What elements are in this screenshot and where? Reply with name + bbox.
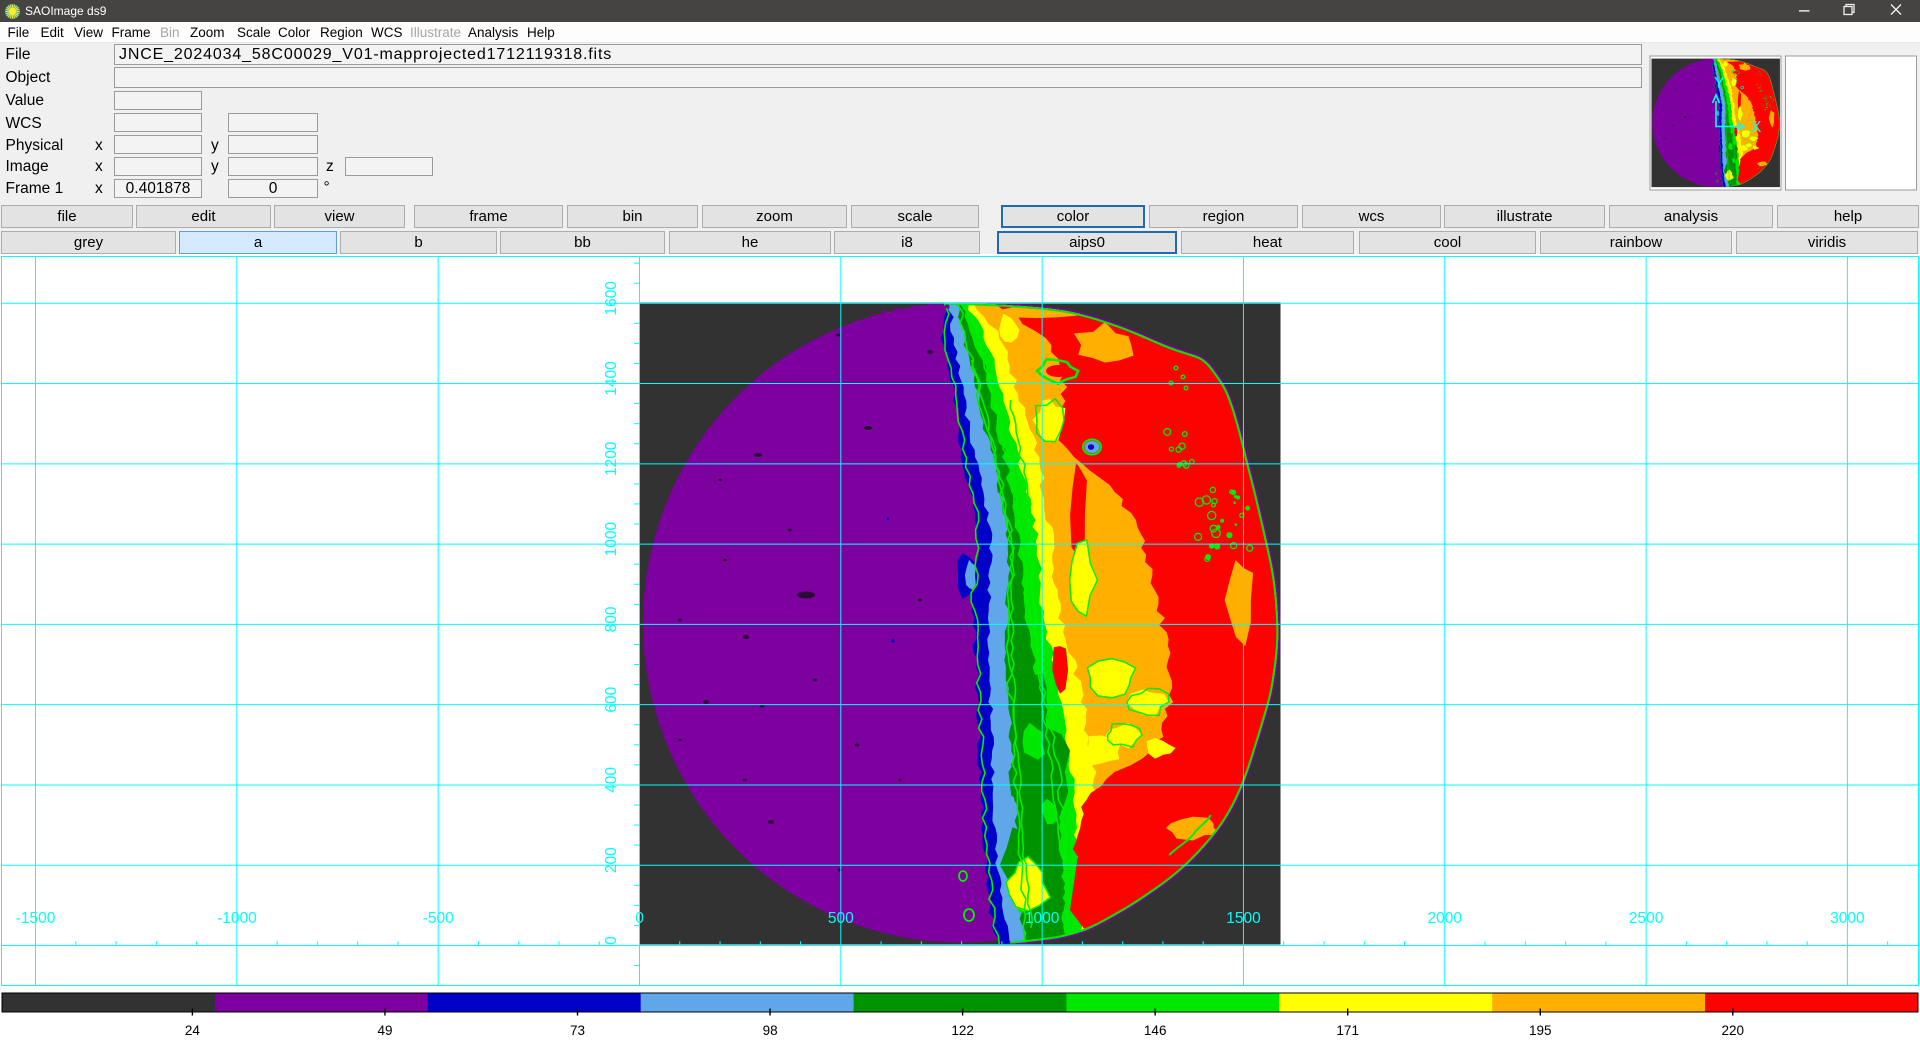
svg-text:200: 200	[603, 847, 620, 873]
svg-text:24: 24	[185, 1023, 201, 1038]
svg-text:500: 500	[828, 910, 854, 927]
svg-text:49: 49	[377, 1023, 392, 1038]
svg-text:1000: 1000	[603, 521, 620, 556]
svg-text:2500: 2500	[1629, 910, 1664, 927]
svg-text:400: 400	[603, 767, 620, 793]
svg-text:195: 195	[1529, 1023, 1552, 1038]
svg-text:1400: 1400	[603, 361, 620, 396]
svg-text:600: 600	[603, 686, 620, 712]
svg-text:-1000: -1000	[217, 910, 257, 927]
svg-text:98: 98	[763, 1023, 778, 1038]
svg-text:3000: 3000	[1830, 910, 1865, 927]
svg-text:171: 171	[1336, 1023, 1359, 1038]
svg-text:Y: Y	[1714, 75, 1724, 92]
svg-text:1500: 1500	[1226, 910, 1261, 927]
svg-text:1000: 1000	[1025, 910, 1060, 927]
svg-text:0: 0	[635, 910, 644, 927]
svg-text:0: 0	[603, 936, 620, 945]
svg-text:122: 122	[951, 1023, 974, 1038]
svg-text:X: X	[1751, 119, 1762, 136]
svg-text:1200: 1200	[603, 441, 620, 476]
svg-text:-500: -500	[423, 910, 454, 927]
svg-text:2000: 2000	[1428, 910, 1463, 927]
svg-text:146: 146	[1144, 1023, 1167, 1038]
svg-text:800: 800	[603, 606, 620, 632]
svg-text:220: 220	[1722, 1023, 1745, 1038]
svg-text:1600: 1600	[603, 281, 620, 316]
svg-text:-1500: -1500	[16, 910, 56, 927]
svg-text:73: 73	[570, 1023, 585, 1038]
